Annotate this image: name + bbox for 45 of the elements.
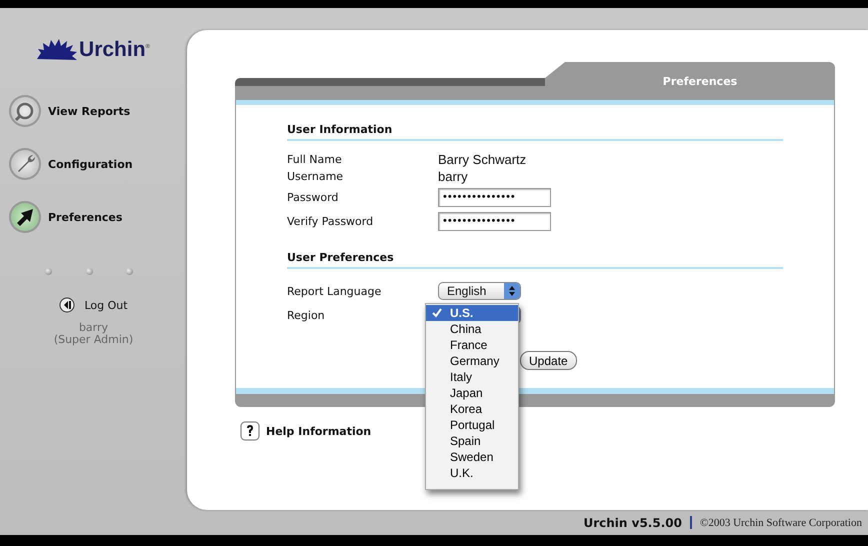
menu-option[interactable]: Korea — [426, 401, 518, 417]
field-label: Region — [287, 308, 326, 322]
copyright-text: ©2003 Urchin Software Corporation — [700, 516, 862, 528]
section-title: User Information — [287, 123, 783, 141]
field-label: Report Language — [287, 284, 382, 298]
field-label: Verify Password — [287, 214, 374, 228]
logout-link[interactable]: Log Out — [0, 297, 187, 313]
indicator-dot — [45, 268, 52, 275]
user-name: barry — [78, 322, 110, 334]
field-value: barry — [438, 169, 468, 184]
update-button[interactable]: Update — [520, 351, 577, 370]
menu-option[interactable]: Italy — [426, 369, 518, 385]
field-label: Username — [287, 170, 344, 183]
back-icon — [59, 297, 76, 313]
help-link[interactable]: Help Information — [240, 421, 372, 441]
field-value: Barry Schwartz — [438, 152, 526, 167]
nav-item[interactable]: Preferences — [9, 201, 187, 233]
menu-option[interactable]: Sweden — [426, 449, 518, 465]
user-role: (Super Admin) — [52, 334, 134, 346]
menu-option[interactable]: Germany — [426, 353, 518, 369]
indicator-dot — [126, 268, 133, 275]
field-label: Password — [287, 190, 340, 204]
wrench-icon — [9, 148, 41, 180]
menu-option[interactable]: Spain — [426, 433, 518, 449]
menu-option[interactable]: France — [426, 337, 518, 353]
search-icon — [9, 95, 41, 127]
field-label: Full Name — [287, 153, 343, 166]
stepper-icon — [504, 283, 520, 299]
question-icon — [240, 421, 260, 441]
menu-option[interactable]: China — [426, 321, 518, 337]
menu-option[interactable]: U.K. — [426, 465, 518, 481]
menu-option[interactable]: Portugal — [426, 417, 518, 433]
indicator-dot — [86, 268, 92, 275]
check-icon — [432, 308, 442, 318]
version-text: Urchin v5.5.00 — [583, 516, 682, 530]
nav-item[interactable]: Configuration — [9, 148, 187, 180]
menu-option[interactable]: U.S. — [426, 305, 518, 321]
dropdown[interactable]: English — [438, 282, 521, 300]
password-field[interactable]: ••••••••••••••• — [438, 212, 551, 230]
menu-option[interactable]: Japan — [426, 385, 518, 401]
password-field[interactable]: ••••••••••••••• — [438, 188, 551, 206]
section-title: User Preferences — [287, 251, 783, 269]
nav-item[interactable]: View Reports — [9, 95, 187, 127]
urchin-logo-icon — [37, 39, 78, 61]
logo-text: Urchin$^{®}$ — [79, 38, 150, 62]
